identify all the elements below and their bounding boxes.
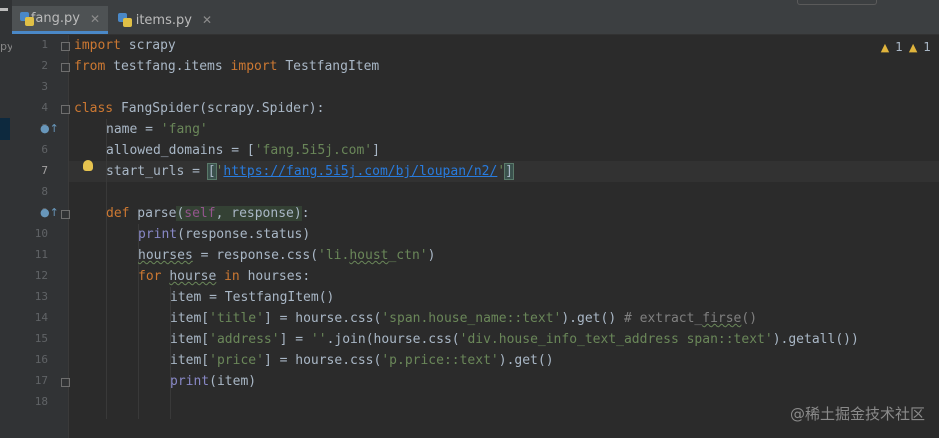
line-number: 10 (34, 227, 48, 240)
collapse-marker[interactable] (0, 8, 8, 11)
code-line-17: print(item) (170, 374, 257, 389)
line-number: 18 (34, 395, 48, 408)
warning-count: 1 (895, 40, 903, 54)
project-selection-marker (0, 118, 10, 140)
code-line-16: item['price'] = hourse.css('p.price::tex… (170, 353, 554, 368)
line-number: 11 (34, 248, 48, 261)
line-number: 2 (41, 59, 48, 72)
line-number: 1 (41, 38, 48, 51)
line-number: 3 (41, 80, 48, 93)
close-icon[interactable]: ✕ (202, 13, 212, 27)
code-line-5: name = 'fang' (106, 122, 208, 137)
line-number: 17 (34, 374, 48, 387)
code-line-9: def parse(self, response): (106, 206, 310, 221)
inspection-widget[interactable]: ▲ 1 ▲ 1 (881, 40, 931, 54)
line-number-gutter: 1 2 3 4 5 6 7 8 9 10 11 12 13 14 15 16 1… (12, 35, 70, 438)
code-line-10: print(response.status) (138, 227, 311, 242)
code-line-6: allowed_domains = ['fang.5i5j.com'] (106, 143, 380, 158)
code-line-4: class FangSpider(scrapy.Spider): (74, 101, 325, 116)
code-line-15: item['address'] = ''.join(hourse.css('di… (170, 332, 859, 347)
watermark: @稀土掘金技术社区 (789, 405, 925, 423)
line-number: 13 (34, 290, 48, 303)
python-file-icon (20, 11, 34, 26)
code-line-12: for hourse in hourses: (138, 269, 311, 284)
line-number: 12 (34, 269, 48, 282)
editor-tab-bar: fang.py ✕ items.py ✕ (12, 0, 939, 35)
override-marker-icon[interactable]: ●↑ (40, 206, 59, 219)
code-line-1: import scrapy (74, 38, 176, 53)
line-number: 16 (34, 353, 48, 366)
python-file-icon (118, 13, 132, 27)
code-line-14: item['title'] = hourse.css('span.house_n… (170, 311, 758, 326)
line-number: 4 (41, 101, 48, 114)
code-line-7: start_urls = ['https://fang.5i5j.com/bj/… (106, 163, 514, 180)
warning-icon: ▲ (880, 40, 890, 54)
weak-warning-icon: ▲ (908, 40, 918, 54)
line-number: 15 (34, 332, 48, 345)
line-number: 6 (41, 143, 48, 156)
code-editor[interactable]: import scrapy from testfang.items import… (69, 35, 939, 438)
code-line-13: item = TestfangItem() (170, 290, 335, 305)
tab-fang-py[interactable]: fang.py ✕ (12, 6, 108, 34)
weak-warning-count: 1 (923, 40, 931, 54)
override-marker-icon[interactable]: ●↑ (40, 122, 59, 135)
code-line-2: from testfang.items import TestfangItem (74, 59, 380, 74)
line-number: 14 (34, 311, 48, 324)
toolbar-widget-edge (797, 0, 877, 5)
line-number-current: 7 (41, 164, 48, 177)
tab-label: items.py (135, 12, 192, 28)
tab-items-py[interactable]: items.py ✕ (110, 6, 220, 34)
lightbulb-icon[interactable] (83, 160, 93, 171)
tab-label: fang.py (30, 11, 80, 26)
code-line-11: hourses = response.css('li.houst_ctn') (138, 248, 436, 263)
close-icon[interactable]: ✕ (90, 12, 100, 26)
line-number: 8 (41, 185, 48, 198)
